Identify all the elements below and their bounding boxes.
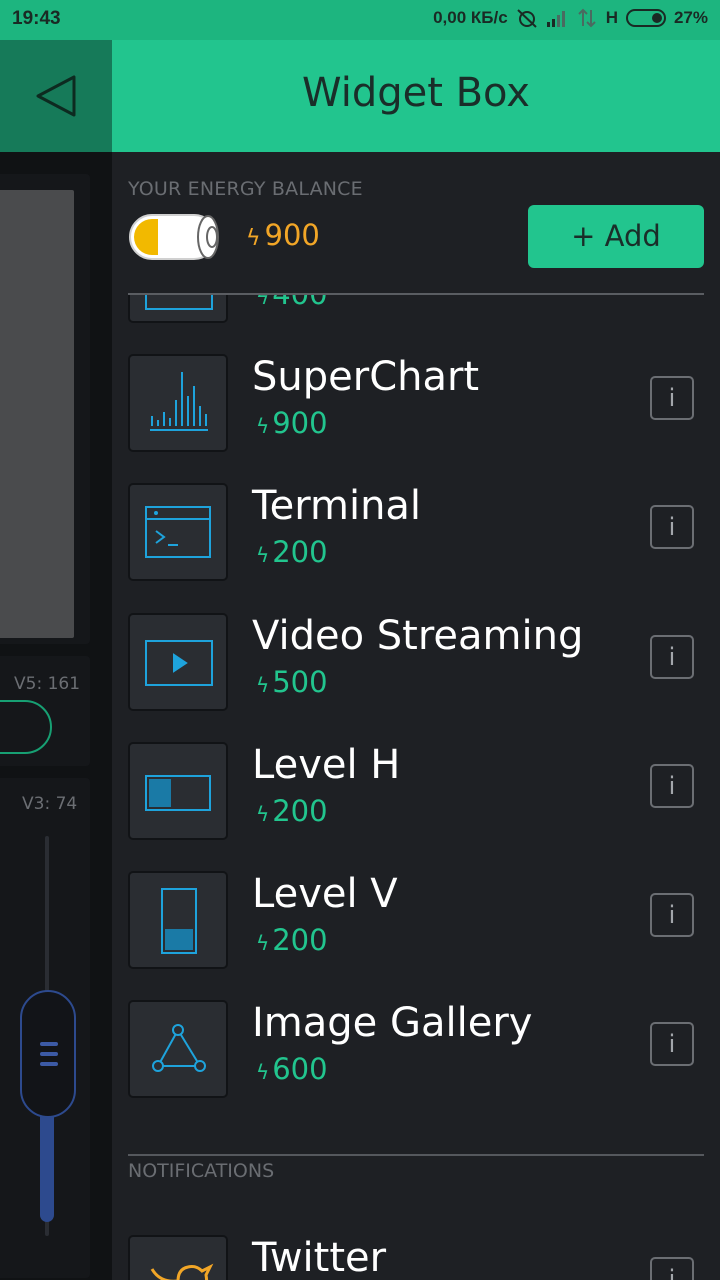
widget-name: Video Streaming <box>252 613 584 659</box>
energy-battery-icon <box>128 212 224 262</box>
section-label-notifications: NOTIFICATIONS <box>128 1160 275 1182</box>
status-right: 0,00 КБ/с H 27% <box>433 8 708 28</box>
superchart-icon <box>128 354 228 452</box>
battery-icon <box>625 9 666 27</box>
status-time: 19:43 <box>12 8 61 29</box>
terminal-icon <box>128 483 228 581</box>
widget-box-drawer: Widget Box YOUR ENERGY BALANCE ϟ 900 + Ad… <box>112 40 720 1280</box>
widget-cost: ϟ 200 <box>256 794 328 828</box>
widget-cost: ϟ 600 <box>256 1052 328 1086</box>
video-play-icon <box>128 613 228 711</box>
energy-bolt-icon: ϟ <box>256 673 270 697</box>
image-gallery-icon <box>128 1000 228 1098</box>
energy-bolt-icon: ϟ <box>256 543 270 567</box>
energy-bolt-icon: ϟ <box>256 1060 270 1084</box>
widget-info-button[interactable]: i <box>650 764 694 808</box>
network-speed: 0,00 КБ/с <box>433 8 508 27</box>
widget-row-terminal[interactable]: Terminal ϟ 200 i <box>112 475 720 585</box>
energy-bolt-icon: ϟ <box>256 802 270 826</box>
slider-knob <box>20 990 76 1118</box>
energy-balance-amount: 900 <box>264 218 320 252</box>
twitter-bird-icon <box>128 1235 228 1280</box>
drawer-title: Widget Box <box>302 70 530 116</box>
drawer-header: Widget Box <box>112 40 720 152</box>
widget-name: Twitter <box>252 1235 387 1280</box>
widget-cost: ϟ 900 <box>256 406 328 440</box>
level-vertical-icon <box>128 871 228 969</box>
add-energy-button[interactable]: + Add <box>528 205 704 268</box>
mute-alarm-icon <box>516 8 538 28</box>
widget-cost: ϟ 500 <box>256 665 328 699</box>
energy-bolt-icon: ϟ <box>256 414 270 438</box>
widget-info-button[interactable]: i <box>650 376 694 420</box>
widget-info-button[interactable]: i <box>650 893 694 937</box>
widget-row-twitter[interactable]: Twitter i <box>112 1227 720 1280</box>
widget-name: SuperChart <box>252 354 480 400</box>
widget-row-level-h[interactable]: Level H ϟ 200 i <box>112 734 720 844</box>
widget-row-level-v[interactable]: Level V ϟ 200 i <box>112 863 720 973</box>
widget-row-image-gallery[interactable]: Image Gallery ϟ 600 i <box>112 992 720 1102</box>
widget-info-button[interactable]: i <box>650 1257 694 1280</box>
v5-label: V5: 161 <box>14 674 81 694</box>
energy-balance-value: ϟ 900 <box>246 218 320 252</box>
partial-icon <box>128 295 228 323</box>
energy-bolt-icon: ϟ <box>246 226 261 251</box>
widget-row-video-streaming[interactable]: Video Streaming ϟ 500 i <box>112 605 720 715</box>
widget-info-button[interactable]: i <box>650 505 694 549</box>
widget-cost: ϟ 200 <box>256 923 328 957</box>
back-arrow-icon[interactable] <box>34 74 78 118</box>
network-type: H <box>605 8 618 27</box>
widget-name: Level V <box>252 871 398 917</box>
widget-name: Image Gallery <box>252 1000 533 1046</box>
widget-row-superchart[interactable]: SuperChart ϟ 900 i <box>112 346 720 456</box>
widget-row[interactable]: ϟ400 i <box>112 295 720 327</box>
v3-label: V3: 74 <box>22 794 78 814</box>
widget-name: Level H <box>252 742 401 788</box>
widget-name: Terminal <box>252 483 422 529</box>
status-bar: 19:43 0,00 КБ/с H 27% <box>0 0 720 40</box>
background-button-widget <box>0 700 52 754</box>
energy-balance-label: YOUR ENERGY BALANCE <box>128 178 363 200</box>
widget-cost: ϟ 200 <box>256 535 328 569</box>
slider-fill <box>40 1110 54 1222</box>
background-app: V5: 161 V3: 74 <box>0 40 112 1280</box>
widget-list[interactable]: ϟ400 i SuperChart ϟ900 i <box>112 295 720 1280</box>
widget-info-button[interactable]: i <box>650 635 694 679</box>
battery-percent: 27% <box>673 8 708 27</box>
background-app-header <box>0 40 112 152</box>
section-divider <box>128 1154 704 1156</box>
energy-bolt-icon: ϟ <box>256 295 270 309</box>
data-transfer-icon <box>576 8 598 28</box>
level-horizontal-icon <box>128 742 228 840</box>
background-display-widget <box>0 190 74 638</box>
signal-icon <box>546 8 568 28</box>
widget-cost: ϟ400 <box>256 295 328 311</box>
energy-bolt-icon: ϟ <box>256 931 270 955</box>
widget-info-button[interactable]: i <box>650 1022 694 1066</box>
